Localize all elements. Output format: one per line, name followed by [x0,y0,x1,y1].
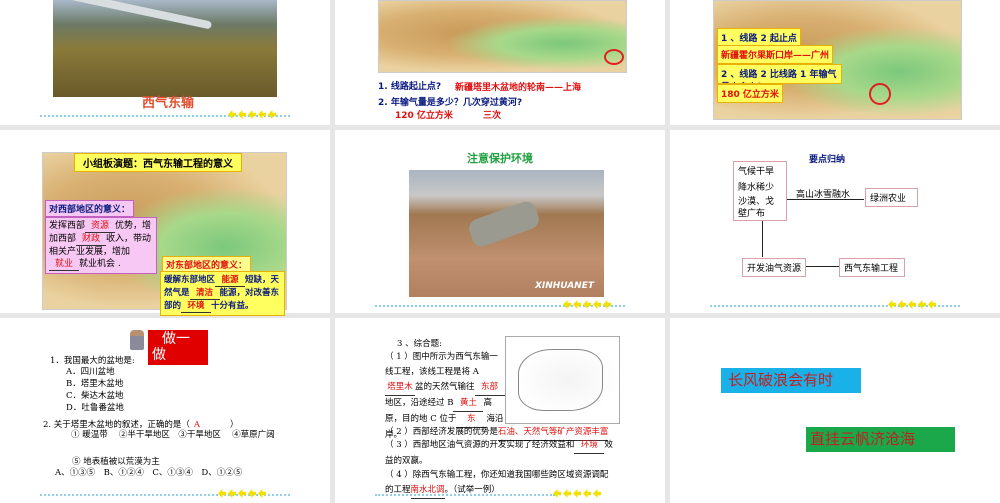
option: C．柴达木盆地 [66,391,124,401]
answer-2a: 120 亿立方米 [395,111,453,121]
slide-title: 小组板演题：西气东输工程的意义 [74,153,242,172]
slide-thumbnail-2[interactable]: 1. 线路起止点? 新疆塔里木盆地的轮南——上海 2. 年输气量是多少？几次穿过… [335,0,665,125]
slide-title: 注意保护环境 [467,152,533,165]
question-1: 1. 线路起止点? [378,82,442,92]
nav-arrows[interactable] [218,489,266,498]
answer: 财政 [76,233,107,246]
answer-2b: 三次 [483,111,502,121]
option: A．四川盆地 [66,367,115,377]
nav-arrows[interactable] [228,110,276,119]
china-outline-map [505,336,620,424]
slide-thumbnail-9[interactable]: 长风破浪会有时 直挂云帆济沧海 [670,318,1000,503]
answer-1: 新疆塔里木盆地的轮南——上海 [455,83,582,93]
badge: 做一做 [148,330,208,365]
text: 发挥西部 [49,221,86,231]
slide-title: 西气东输 [142,96,195,111]
poem-line-2: 直挂云帆济沧海 [806,427,955,452]
west-title: 对西部地区的意义： [45,200,135,217]
pipeline-photo [53,0,277,97]
text: 地区，沿途经过 B [385,398,454,408]
slide-thumbnail-3[interactable]: 1 、线路 2 起止点 新疆霍尔果斯口岸——广州 2 、线路 2 比线路 1 年… [670,0,1000,125]
answer: 环境 [574,438,605,454]
teacher-icon [130,330,144,350]
question-2: 2. 年输气量是多少？几次穿过黄河? [378,98,523,108]
east-text: 缓解东部地区 能源 短缺，天然气是 清洁 能源，对改善东部的 环境 十分有益。 [160,271,285,316]
answer: 塔里木 [385,380,415,396]
answer-1: 新疆霍尔果斯口岸——广州 [717,45,834,64]
condition-box: 气候干旱 降水稀少 沙漠、戈壁广布 [733,161,787,221]
options-1: A．四川盆地 B．塔里木盆地 C．柴达木盆地 D．吐鲁番盆地 [66,366,124,414]
options-2: A、①③⑤ B、①②④ C、①③④ D、①②⑤ [55,468,243,478]
question-2: 2 、线路 2 比线路 1 年输气量大多少？ [717,64,842,84]
nav-arrows[interactable] [553,489,601,498]
items: ① 暖温带 ②半干旱地区 ③干旱地区 ④草原广阔 [71,430,275,440]
text: （ 2 ）西部经济发展的优势是 [385,427,498,437]
answer-2: 180 亿立方米 [717,84,783,103]
slide-thumbnail-1[interactable]: 西气东输 [0,0,330,125]
text: 降水稀少 [738,183,775,193]
answer: 南水北调 [410,483,445,499]
watermark: XINHUANET [534,281,594,291]
slide-thumbnail-4[interactable]: 小组板演题：西气东输工程的意义 对西部地区的意义： 发挥西部 资源 优势，增加西部财… [0,130,330,316]
answer: 东部 [474,380,505,396]
option: D．吐鲁番盆地 [66,403,124,413]
arrow-down [762,221,763,257]
answer: 黄土 [453,396,484,412]
part-3: （ 3 ）西部地区油气资源的开发实现了经济效益和 环境 效益的双赢。 [385,438,615,469]
slide-thumbnail-6[interactable]: 要点归纳 气候干旱 降水稀少 沙漠、戈壁广布 高山冰雪融水 绿洲农业 开发油气资… [670,130,1000,313]
slide-title: 要点归纳 [809,155,846,165]
oil-spill-photo: XINHUANET [409,170,604,297]
answer: 就业 [49,258,79,271]
text: 缓解东部地区 [164,275,216,285]
nav-arrows[interactable] [888,300,936,309]
text: 十分有益。 [211,301,254,311]
slide-thumbnail-7[interactable]: 做一做 1．我国最大的盆地是: A．四川盆地 B．塔里木盆地 C．柴达木盆地 D… [0,318,330,503]
oasis-box: 绿洲农业 [865,188,918,207]
west-east-box: 西气东输工程 [839,258,905,277]
text: 盆的天然气输往 [415,382,475,392]
answer: 环境 [181,300,212,313]
text: 就业机会 . [79,259,121,269]
text: （ 1 ）图中所示为西气东输一线工程，该线工程是将 A [385,352,498,377]
answer: 资源 [85,220,116,233]
poem-line-1: 长风破浪会有时 [721,368,861,393]
text: 沙漠、戈壁广布 [738,197,775,219]
china-map [378,0,627,73]
text: （ 3 ）西部地区油气资源的开发实现了经济效益和 [385,440,575,450]
answer: 能源 [215,274,246,287]
divider [375,494,555,496]
answer: 清洁 [189,287,220,300]
nav-arrows[interactable] [563,300,611,309]
text: 气候干旱 [738,167,775,177]
slide-thumbnail-8[interactable]: 3 、综合题: （ 1 ）图中所示为西气东输一线工程，该线工程是将 A塔里木 盆的… [335,318,665,503]
west-text: 发挥西部 资源 优势，增加西部 财政 收入，带动相关产业发展，增加就业 就业机会 . [45,217,157,274]
arrow [787,199,864,200]
oil-gas-box: 开发油气资源 [742,258,806,277]
option: B．塔里木盆地 [66,379,124,389]
slide-thumbnail-5[interactable]: 注意保护环境 XINHUANET [335,130,665,313]
arrow [806,266,839,267]
